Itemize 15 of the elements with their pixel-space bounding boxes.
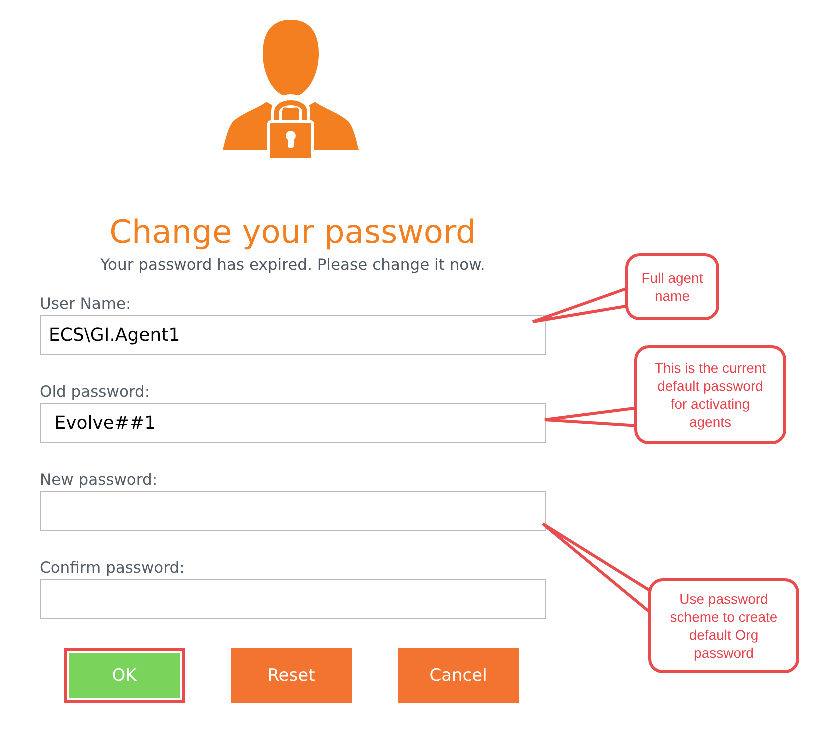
action-button[interactable]: Cancel <box>398 648 519 703</box>
subtitle-text: Your password has expired. Please change it now. <box>100 255 486 276</box>
field-label: New password: <box>40 470 158 491</box>
action-button[interactable]: Reset <box>231 648 352 703</box>
callout-text: Use password scheme to create default Org password <box>669 590 779 662</box>
input-field[interactable]: ECS\GI.Agent1 <box>40 315 546 355</box>
input-field[interactable] <box>40 491 546 531</box>
action-button[interactable]: OK <box>64 648 185 703</box>
callout-text: Full agent name <box>640 269 704 305</box>
field-label: Confirm password: <box>40 558 185 579</box>
field-label: User Name: <box>40 294 132 315</box>
page-title: Change your password <box>108 212 478 252</box>
field-label: Old password: <box>40 382 150 403</box>
callout-text: This is the current default password for activating agents <box>654 359 768 431</box>
input-field[interactable] <box>40 579 546 619</box>
